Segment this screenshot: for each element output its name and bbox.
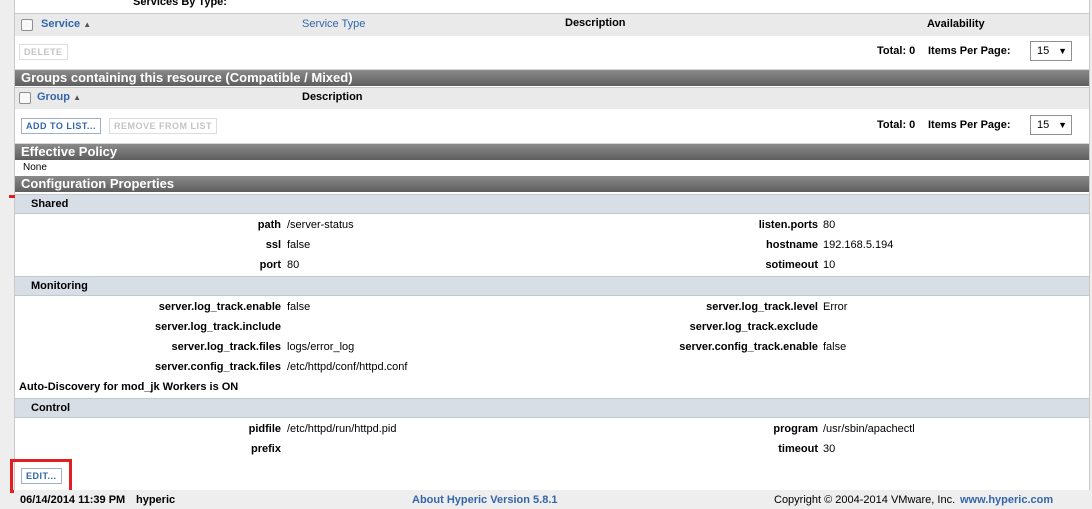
availability-column-header: Availability xyxy=(927,18,985,30)
footer: 06/14/2014 11:39 PM hyperic About Hyperi… xyxy=(14,490,1092,509)
shared-subsection-header: Shared xyxy=(15,194,1089,214)
hyperic-site-link[interactable]: www.hyperic.com xyxy=(960,494,1053,506)
service-column-header[interactable]: Service ▲ xyxy=(41,18,91,30)
prop-key: sotimeout xyxy=(765,259,818,271)
remove-from-list-button[interactable]: REMOVE FROM LIST xyxy=(109,118,217,134)
prop-value: 192.168.5.194 xyxy=(823,239,894,251)
services-items-per-page-select[interactable]: 15 ▼ xyxy=(1030,41,1072,61)
control-subsection-header: Control xyxy=(15,398,1089,418)
service-column-label: Service xyxy=(41,18,81,30)
prop-key: pidfile xyxy=(248,423,281,435)
group-description-column-header: Description xyxy=(302,91,363,103)
prop-value: logs/error_log xyxy=(287,341,355,353)
select-all-services-checkbox[interactable] xyxy=(21,19,33,31)
groups-toolbar: ADD TO LIST... REMOVE FROM LIST Total: 0… xyxy=(15,109,1089,144)
prop-key: server.log_track.level xyxy=(706,301,818,313)
resource-page: Services By Type: Service ▲ Service Type… xyxy=(9,0,1090,493)
select-all-groups-checkbox[interactable] xyxy=(19,92,31,104)
delete-button[interactable]: DELETE xyxy=(19,44,68,60)
footer-user: hyperic xyxy=(136,494,176,506)
groups-section-header: Groups containing this resource (Compati… xyxy=(15,70,1089,86)
prop-key: server.log_track.files xyxy=(171,341,281,353)
prop-key: path xyxy=(257,219,281,231)
prop-key: program xyxy=(773,423,818,435)
services-items-per-page-label: Items Per Page: xyxy=(928,45,1011,57)
prop-value: Error xyxy=(823,301,848,313)
prop-key: server.config_track.files xyxy=(155,361,281,373)
prop-key: server.config_track.enable xyxy=(679,341,818,353)
sort-asc-icon: ▲ xyxy=(73,93,81,102)
services-items-per-page-value: 15 xyxy=(1037,45,1050,57)
chevron-down-icon: ▼ xyxy=(1058,120,1067,130)
prop-key: server.log_track.enable xyxy=(158,301,281,313)
services-total: Total: 0 xyxy=(877,45,916,57)
footer-copyright: Copyright © 2004-2014 VMware, Inc. xyxy=(774,494,956,506)
group-column-label: Group xyxy=(37,91,70,103)
prop-value: 80 xyxy=(287,259,300,271)
prop-value: /etc/httpd/run/httpd.pid xyxy=(287,423,397,435)
prop-key: timeout xyxy=(778,443,818,455)
footer-datetime: 06/14/2014 11:39 PM xyxy=(20,494,126,506)
effective-policy-value: None xyxy=(23,162,47,173)
prop-value: 30 xyxy=(823,443,836,455)
prop-key: server.log_track.exclude xyxy=(689,321,818,333)
add-to-list-button[interactable]: ADD TO LIST... xyxy=(21,118,101,134)
prop-value: false xyxy=(287,239,311,251)
annotation-box xyxy=(10,459,72,493)
sort-asc-icon: ▲ xyxy=(83,20,92,29)
effective-policy-header: Effective Policy xyxy=(15,144,1089,160)
prop-value: false xyxy=(287,301,311,313)
description-column-header: Description xyxy=(565,17,626,29)
service-type-column-header[interactable]: Service Type xyxy=(302,18,365,30)
prop-key: port xyxy=(259,259,281,271)
services-by-type-label: Services By Type: xyxy=(133,0,227,8)
prop-key: ssl xyxy=(265,239,281,251)
about-hyperic-link[interactable]: About Hyperic Version 5.8.1 xyxy=(412,494,558,506)
services-table-header: Service ▲ Service Type Description Avail… xyxy=(15,13,1089,37)
chevron-down-icon: ▼ xyxy=(1058,46,1067,56)
groups-items-per-page-value: 15 xyxy=(1037,119,1050,131)
auto-discovery-status: Auto-Discovery for mod_jk Workers is ON xyxy=(19,381,239,393)
prop-value: /usr/sbin/apachectl xyxy=(823,423,915,435)
prop-value: /etc/httpd/conf/httpd.conf xyxy=(287,361,408,373)
prop-key: server.log_track.include xyxy=(155,321,281,333)
prop-value: false xyxy=(823,341,847,353)
monitoring-subsection-header: Monitoring xyxy=(15,276,1089,296)
services-toolbar: DELETE Total: 0 Items Per Page: 15 ▼ xyxy=(15,36,1089,70)
groups-table-header: Group ▲ Description xyxy=(15,87,1089,110)
prop-key: prefix xyxy=(251,443,281,455)
groups-items-per-page-label: Items Per Page: xyxy=(928,119,1011,131)
groups-items-per-page-select[interactable]: 15 ▼ xyxy=(1030,115,1072,135)
prop-value: 80 xyxy=(823,219,836,231)
group-column-header[interactable]: Group ▲ xyxy=(37,91,81,103)
groups-total: Total: 0 xyxy=(877,119,916,131)
prop-key: listen.ports xyxy=(758,219,818,231)
prop-key: hostname xyxy=(766,239,818,251)
configuration-properties-header: Configuration Properties xyxy=(15,176,1089,192)
prop-value: 10 xyxy=(823,259,836,271)
prop-value: /server-status xyxy=(287,219,354,231)
